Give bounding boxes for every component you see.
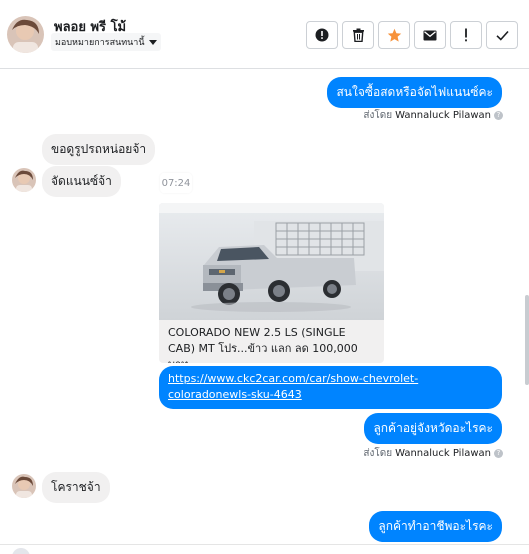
alert-icon [315, 28, 329, 42]
follow-up-button[interactable] [450, 21, 482, 49]
sent-by-prefix: ส่งโดย [363, 110, 393, 121]
scrollbar[interactable] [525, 295, 529, 385]
url-link[interactable]: https://www.ckc2car.com/car/show-chevrol… [168, 372, 418, 401]
message-outgoing[interactable]: ลูกค้าทำอาชีพอะไรคะ [369, 511, 502, 542]
avatar [12, 474, 36, 498]
message-thread: สนใจซื้อสดหรือจัดไฟแนนซ์คะ ส่งโดย Wannal… [0, 70, 529, 554]
trash-icon [352, 28, 364, 42]
header-actions [306, 21, 518, 49]
card-title: COLORADO NEW 2.5 LS (SINGLE CAB) MT โปร.… [168, 326, 358, 363]
mark-unread-button[interactable] [414, 21, 446, 49]
chevron-down-icon [148, 39, 157, 45]
avatar[interactable] [7, 16, 44, 53]
sent-by-prefix: ส่งโดย [363, 448, 393, 459]
check-icon [495, 30, 509, 41]
message-incoming[interactable]: โคราชจ้า [42, 472, 110, 503]
message-outgoing[interactable]: ลูกค้าอยู่จังหวัดอะไรคะ [364, 413, 502, 444]
help-icon[interactable]: ? [494, 449, 503, 458]
envelope-icon [423, 30, 437, 40]
car-image [159, 203, 384, 320]
timestamp: 07:24 [160, 173, 192, 193]
exclamation-icon [465, 28, 467, 42]
mark-done-button[interactable] [486, 21, 518, 49]
message-incoming[interactable]: จัดแนนซ์จ้า [42, 166, 121, 197]
avatar [12, 168, 36, 192]
help-icon[interactable]: ? [494, 111, 503, 120]
delete-button[interactable] [342, 21, 374, 49]
link-preview-card[interactable]: COLORADO NEW 2.5 LS (SINGLE CAB) MT โปร.… [159, 203, 384, 363]
sent-by-label: ส่งโดย Wannaluck Pilawan ? [363, 108, 503, 123]
agent-name: Wannaluck Pilawan [395, 448, 491, 459]
message-outgoing-link: https://www.ckc2car.com/car/show-chevrol… [159, 366, 502, 409]
conversation-header: พลอย พรี โม้ มอบหมายการสนทนานี้ [0, 0, 529, 69]
agent-name: Wannaluck Pilawan [395, 110, 491, 121]
star-button[interactable] [378, 21, 410, 49]
divider [0, 544, 529, 545]
message-outgoing[interactable]: สนใจซื้อสดหรือจัดไฟแนนซ์คะ [327, 77, 502, 108]
assign-dropdown[interactable]: มอบหมายการสนทนานี้ [51, 33, 161, 51]
star-icon [387, 28, 401, 42]
assign-label: มอบหมายการสนทนานี้ [55, 38, 145, 48]
message-incoming[interactable]: ขอดูรูปรถหน่อยจ้า [42, 134, 156, 165]
sent-by-label: ส่งโดย Wannaluck Pilawan ? [363, 446, 503, 461]
spam-button[interactable] [306, 21, 338, 49]
